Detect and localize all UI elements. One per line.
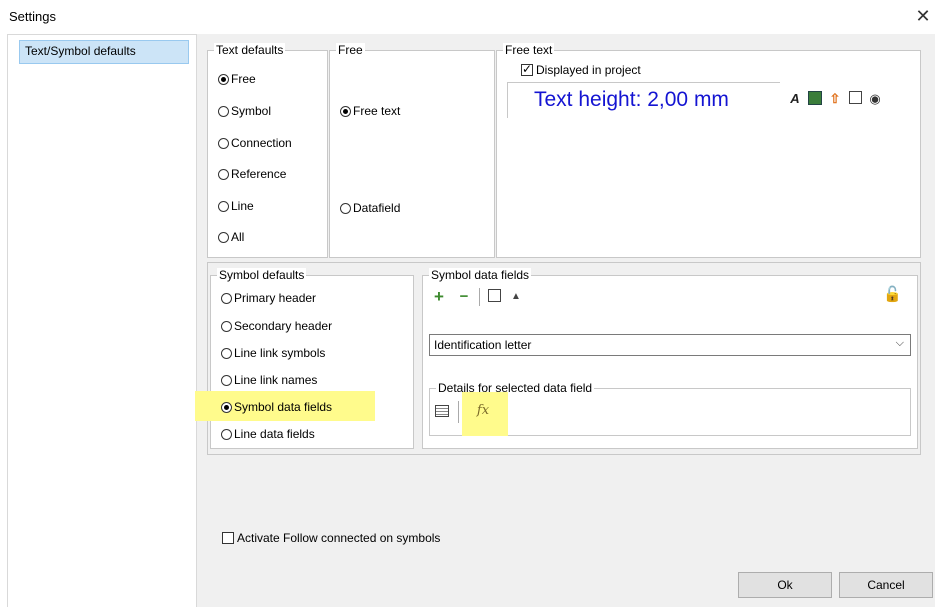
radio-connection[interactable]: Connection [218,136,292,150]
radio-button-icon [221,348,232,359]
radio-button-icon [218,201,229,212]
free-text-legend: Free text [503,43,555,57]
radio-button-icon [218,138,229,149]
radio-datafield[interactable]: Datafield [340,201,400,215]
free-group: Free Free text Datafield [329,43,495,258]
radio-line-data-fields[interactable]: Line data fields [221,427,315,441]
function-fx-icon[interactable]: fx [472,403,494,419]
symbol-data-fields-group: Symbol data fields + − ▲ 🔓 Identificatio… [422,268,918,449]
ok-button[interactable]: Ok [738,572,832,598]
radio-line-link-symbols[interactable]: Line link symbols [221,346,325,360]
properties-icon[interactable] [847,91,863,107]
radio-button-icon [340,203,351,214]
radio-secondary-header[interactable]: Secondary header [221,319,332,333]
radio-symbol-data-fields[interactable]: Symbol data fields [221,400,332,414]
radio-free[interactable]: Free [218,72,256,86]
radio-all[interactable]: All [218,230,244,244]
details-group: Details for selected data field fx [429,381,911,436]
lock-icon[interactable]: 🔓 [883,287,902,303]
window-title: Settings [9,9,56,24]
title-bar [0,0,935,34]
chevron-down-icon[interactable]: ⌵ [896,337,904,350]
radio-free-text[interactable]: Free text [340,104,400,118]
add-icon[interactable]: + [431,288,447,305]
text-defaults-group: Text defaults Free Symbol Connection Ref… [207,43,328,258]
radio-button-icon [221,321,232,332]
details-separator [458,401,459,423]
checkbox-icon [521,62,533,76]
text-color-icon[interactable] [807,91,823,107]
radio-button-icon [340,106,351,117]
radio-button-icon [221,429,232,440]
close-icon[interactable]: ✕ [912,5,934,27]
symbol-data-fields-legend: Symbol data fields [429,268,532,282]
text-preview-box: Text height: 2,00 mm [507,82,780,118]
data-field-dropdown[interactable]: Identification letter ⌵ [429,334,911,356]
text-height-preview: Text height: 2,00 mm [534,88,729,111]
visibility-icon[interactable]: ◉ [867,91,883,107]
symbol-defaults-group: Symbol defaults Primary header Secondary… [195,268,414,449]
radio-line-link-names[interactable]: Line link names [221,373,317,387]
table-icon[interactable] [434,405,450,421]
follow-connected-checkbox[interactable]: Activate Follow connected on symbols [222,531,440,545]
radio-symbol[interactable]: Symbol [218,104,271,118]
sidebar-item-text-symbol-defaults[interactable]: Text/Symbol defaults [19,40,189,64]
free-text-group: Free text Displayed in project Text heig… [496,43,921,258]
details-legend: Details for selected data field [436,381,595,395]
radio-button-icon [218,106,229,117]
move-up-icon[interactable]: ▲ [508,289,524,305]
radio-button-icon [218,169,229,180]
radio-reference[interactable]: Reference [218,167,286,181]
edit-icon[interactable] [486,289,502,305]
radio-button-icon [221,402,232,413]
radio-button-icon [221,293,232,304]
radio-primary-header[interactable]: Primary header [221,291,316,305]
radio-button-icon [218,232,229,243]
free-legend: Free [336,43,365,57]
radio-button-icon [218,74,229,85]
checkbox-icon [222,532,234,544]
symbol-defaults-legend: Symbol defaults [217,268,307,282]
remove-icon[interactable]: − [456,289,472,305]
radio-button-icon [221,375,232,386]
radio-line[interactable]: Line [218,199,254,213]
text-defaults-legend: Text defaults [214,43,286,57]
move-up-icon[interactable]: ⇧ [827,91,843,107]
toolbar-separator [479,288,480,306]
cancel-button[interactable]: Cancel [839,572,933,598]
dropdown-value: Identification letter [434,338,532,352]
displayed-in-project-checkbox[interactable]: Displayed in project [521,62,641,77]
sidebar [7,34,197,607]
font-style-icon[interactable]: A [787,91,803,107]
